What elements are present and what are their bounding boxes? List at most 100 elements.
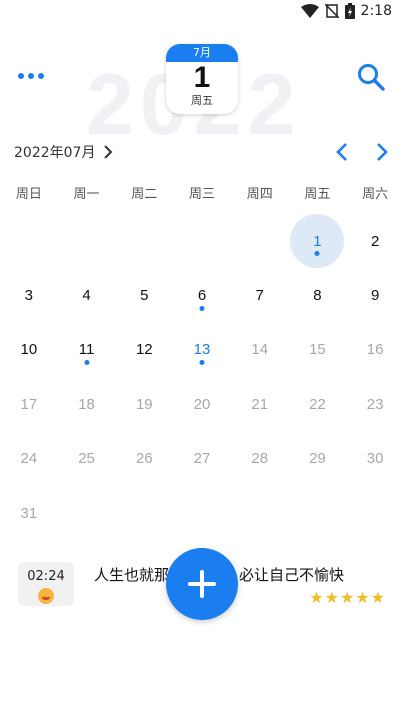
entry-marker-dot <box>199 360 205 366</box>
header: 2022 7月 1 周五 <box>0 36 404 153</box>
day-number: 15 <box>309 341 326 359</box>
calendar-day-future[interactable]: 22 <box>289 377 347 431</box>
search-icon[interactable] <box>356 62 386 92</box>
day-number: 4 <box>82 287 91 305</box>
calendar-day-future[interactable]: 25 <box>58 432 116 486</box>
add-entry-button[interactable] <box>166 548 238 620</box>
weekday-label: 周日 <box>15 187 42 202</box>
happy-face-icon <box>38 588 54 604</box>
calendar-day[interactable]: 7 <box>231 268 289 322</box>
day-number: 11 <box>78 341 95 359</box>
entry-marker-dot <box>84 360 90 366</box>
day-number: 29 <box>309 450 326 468</box>
day-number: 28 <box>251 450 269 468</box>
day-number: 30 <box>366 450 384 468</box>
more-dot-icon <box>18 73 24 79</box>
more-dot-icon <box>28 73 34 79</box>
calendar-day-selected[interactable]: 1 <box>289 214 347 269</box>
day-number: 17 <box>20 395 38 413</box>
day-number: 6 <box>197 287 207 305</box>
entry-text-right: 必让自己不愉快 <box>239 566 345 584</box>
no-signal-icon <box>324 4 339 18</box>
entry-text-left: 人生也就那 <box>94 566 170 584</box>
day-number: 31 <box>20 504 38 522</box>
calendar-day-future[interactable]: 20 <box>173 377 231 431</box>
calendar-day-future[interactable]: 18 <box>58 377 116 431</box>
calendar-day-future[interactable]: 27 <box>173 432 231 486</box>
more-button[interactable] <box>18 66 48 86</box>
previous-month-icon[interactable] <box>334 142 350 162</box>
day-number: 22 <box>309 395 326 413</box>
weekday-label: 周二 <box>131 187 158 202</box>
calendar-empty-cell <box>173 214 231 268</box>
battery-charging-icon <box>344 3 355 19</box>
calendar-empty-cell <box>231 214 289 268</box>
date-card-weekday: 周五 <box>191 94 213 107</box>
calendar-day[interactable]: 11 <box>58 323 116 377</box>
weekday-label: 周六 <box>362 187 389 202</box>
weekday-label: 周一 <box>73 187 100 202</box>
calendar-empty-cell <box>115 214 173 268</box>
calendar-day-future[interactable]: 21 <box>231 377 289 431</box>
day-number: 5 <box>140 287 149 305</box>
calendar-day-future[interactable]: 16 <box>346 323 404 377</box>
calendar-day[interactable]: 10 <box>0 323 58 377</box>
date-card-month: 7月 <box>166 44 238 62</box>
calendar-grid: 1 2 3 4 5 6 7 8 9 10 11 12 13 14 15 16 1… <box>0 214 404 540</box>
weekday-label: 周四 <box>246 187 273 202</box>
calendar-day-future[interactable]: 23 <box>346 377 404 431</box>
calendar-day-future[interactable]: 28 <box>231 432 289 486</box>
date-card-day: 1 <box>193 61 211 94</box>
day-number: 13 <box>193 341 211 359</box>
calendar-empty-cell <box>58 214 116 268</box>
weekday-label: 周三 <box>188 187 215 202</box>
month-label: 2022年07月 <box>14 145 96 161</box>
calendar-day[interactable]: 12 <box>115 323 173 377</box>
day-number: 18 <box>78 395 95 413</box>
calendar-day-future[interactable]: 26 <box>115 432 173 486</box>
entry-time-box: 02:24 <box>18 562 74 606</box>
calendar-day[interactable]: 4 <box>58 268 116 322</box>
calendar-empty-cell <box>0 214 58 268</box>
calendar-day-future[interactable]: 19 <box>115 377 173 431</box>
calendar-day[interactable]: 8 <box>289 268 347 322</box>
day-number: 20 <box>193 395 211 413</box>
calendar-day[interactable]: 9 <box>346 268 404 322</box>
day-number: 12 <box>135 341 153 359</box>
next-month-icon[interactable] <box>374 142 390 162</box>
chevron-right-icon <box>104 145 113 159</box>
calendar-day[interactable]: 3 <box>0 268 58 322</box>
calendar-day-future[interactable]: 29 <box>289 432 347 486</box>
calendar-day-future[interactable]: 17 <box>0 377 58 431</box>
calendar-day-future[interactable]: 31 <box>0 486 58 540</box>
calendar-day[interactable]: 6 <box>173 268 231 322</box>
day-number: 23 <box>366 395 384 413</box>
day-number: 2 <box>370 232 380 250</box>
rating-stars-icon: ★★★★★ <box>309 588 386 607</box>
today-date-card[interactable]: 7月 1 周五 <box>166 44 238 114</box>
wifi-icon <box>300 4 319 18</box>
month-picker[interactable]: 2022年07月 <box>14 142 113 162</box>
entry-marker-dot <box>314 251 320 257</box>
calendar-day-future[interactable]: 14 <box>231 323 289 377</box>
calendar-day-today[interactable]: 13 <box>173 323 231 377</box>
calendar-day[interactable]: 2 <box>346 214 404 268</box>
day-number: 21 <box>251 395 269 413</box>
status-time: 2:18 <box>360 3 392 19</box>
plus-icon <box>188 570 216 598</box>
calendar-day-future[interactable]: 15 <box>289 323 347 377</box>
day-number: 27 <box>193 450 211 468</box>
weekday-label: 周五 <box>304 187 331 202</box>
calendar-day-future[interactable]: 30 <box>346 432 404 486</box>
day-number: 16 <box>366 341 384 359</box>
day-number: 3 <box>24 287 34 305</box>
entry-marker-dot <box>199 305 205 311</box>
calendar-day[interactable]: 5 <box>115 268 173 322</box>
day-number: 19 <box>135 395 153 413</box>
day-number: 14 <box>251 341 269 359</box>
entry-time: 02:24 <box>27 569 65 584</box>
calendar-day-future[interactable]: 24 <box>0 432 58 486</box>
day-number: 9 <box>370 287 380 305</box>
status-icons: 2:18 <box>300 3 392 19</box>
day-number: 26 <box>135 450 153 468</box>
